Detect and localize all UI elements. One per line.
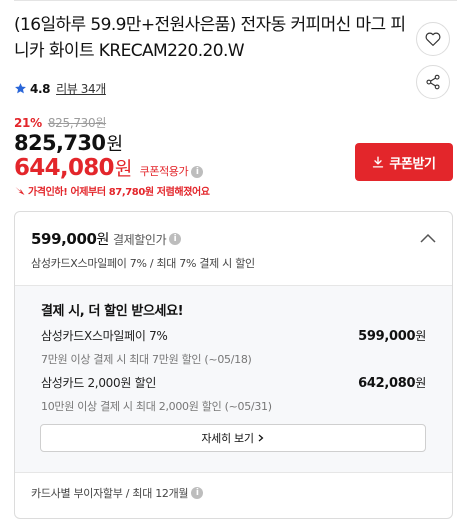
price-drop-notice: 가격인하! 어제부터 87,780원 저렴해졌어요 <box>14 183 210 198</box>
heart-icon <box>425 32 441 46</box>
payment-discount-header[interactable]: 599,000원 결제할인가 i 삼성카드X스마일페이 7% / 최대 7% 결… <box>15 212 452 284</box>
chevron-right-icon <box>258 434 264 442</box>
rating-value: 4.8 <box>30 81 51 96</box>
sale-price-unit: 원 <box>106 134 123 155</box>
view-details-label: 자세히 보기 <box>201 432 254 445</box>
offer-price-amount: 599,000 <box>358 329 416 344</box>
view-details-button[interactable]: 자세히 보기 <box>40 424 426 452</box>
info-icon[interactable]: i <box>169 233 182 245</box>
wishlist-button[interactable] <box>416 22 450 56</box>
discount-row: 21% 825,730원 <box>14 114 106 131</box>
review-link[interactable]: 리뷰 34개 <box>56 80 106 97</box>
detail-heading: 결제 시, 더 할인 받으세요! <box>41 304 184 319</box>
coupon-price-label: 쿠폰적용가 i <box>140 163 204 179</box>
offer-description: 7만원 이상 결제 시 최대 7만원 할인 (~05/18) <box>41 353 252 366</box>
product-title: (16일하루 59.9만+전원사은품) 전자동 커피머신 마그 피니카 화이트 … <box>14 15 406 61</box>
discount-rate: 21% <box>14 115 42 130</box>
coupon-download-button[interactable]: 쿠폰받기 <box>355 143 453 181</box>
offer-price: 599,000원 <box>358 327 426 344</box>
chevron-up-icon[interactable] <box>420 232 436 244</box>
offer-price-amount: 642,080 <box>358 376 416 391</box>
coupon-price-label-text: 쿠폰적용가 <box>139 165 189 178</box>
download-icon <box>373 156 384 168</box>
payment-price-row: 599,000원 결제할인가 i <box>31 229 182 249</box>
coupon-price-unit: 원 <box>114 158 132 180</box>
offer-item: 삼성카드 2,000원 할인 10만원 이상 결제 시 최대 2,000원 할인… <box>41 374 426 414</box>
payment-discount-detail: 결제 시, 더 할인 받으세요! 삼성카드X스마일페이 7% 7만원 이상 결제… <box>15 285 452 473</box>
star-icon <box>15 83 26 94</box>
payment-price-unit: 원 <box>96 232 110 248</box>
payment-discount-summary: 삼성카드X스마일페이 7% / 최대 7% 결제 시 할인 <box>31 257 255 270</box>
sale-price-amount: 825,730 <box>14 131 106 155</box>
coupon-price: 644,080원 <box>14 154 132 181</box>
sale-price: 825,730원 <box>14 130 123 156</box>
offer-price-unit: 원 <box>415 376 426 390</box>
offer-item: 삼성카드X스마일페이 7% 7만원 이상 결제 시 최대 7만원 할인 (~05… <box>41 327 426 367</box>
installment-info: 카드사별 부이자할부 / 최대 12개월 i <box>31 485 204 501</box>
payment-discount-card: 599,000원 결제할인가 i 삼성카드X스마일페이 7% / 최대 7% 결… <box>14 211 453 519</box>
original-price: 825,730원 <box>47 116 107 130</box>
offer-price-unit: 원 <box>415 329 426 343</box>
coupon-price-amount: 644,080 <box>14 155 115 181</box>
info-icon[interactable]: i <box>191 166 204 178</box>
share-button[interactable] <box>416 65 450 99</box>
coupon-price-row: 644,080원 쿠폰적용가 i <box>14 154 204 181</box>
share-icon <box>426 74 440 90</box>
offer-description: 10만원 이상 결제 시 최대 2,000원 할인 (~05/31) <box>41 400 272 413</box>
coupon-download-label: 쿠폰받기 <box>389 156 436 172</box>
rating-row: 4.8 리뷰 34개 <box>14 80 106 97</box>
info-icon[interactable]: i <box>191 487 204 499</box>
arrow-down-icon <box>15 186 25 195</box>
payment-price-amount: 599,000 <box>31 230 97 248</box>
payment-price: 599,000원 <box>31 229 109 249</box>
price-drop-text: 가격인하! 어제부터 87,780원 저렴해졌어요 <box>28 187 210 198</box>
top-divider <box>14 0 457 1</box>
installment-text: 카드사별 부이자할부 / 최대 12개월 <box>31 487 189 500</box>
offer-price: 642,080원 <box>358 374 426 391</box>
payment-price-label: 결제할인가 <box>113 232 167 247</box>
